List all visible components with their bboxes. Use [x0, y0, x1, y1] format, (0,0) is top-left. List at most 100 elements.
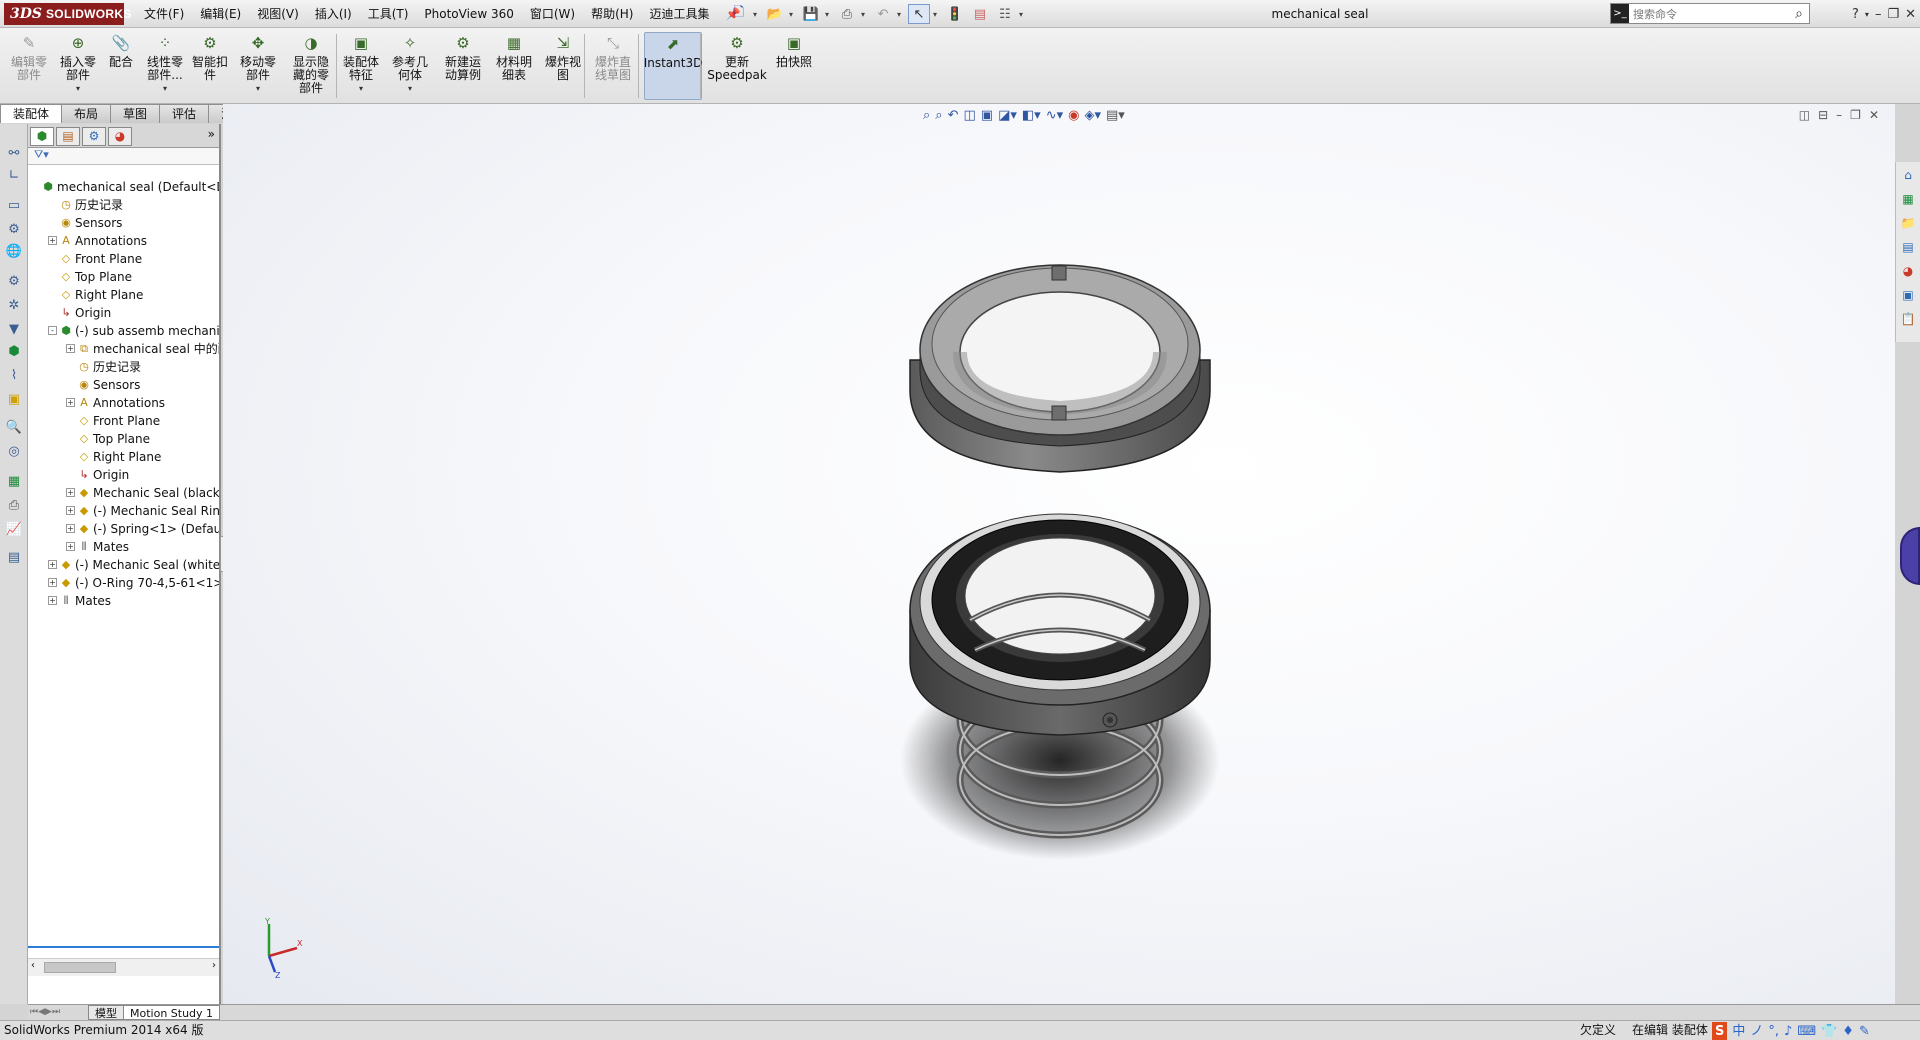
edit-appearance-icon[interactable]: ◉	[1068, 108, 1079, 123]
collapse-icon[interactable]: -	[48, 326, 57, 335]
zoom-icon[interactable]: 🔍	[5, 420, 23, 436]
tree-node[interactable]: ◷ 历史记录	[28, 196, 219, 214]
tree-node[interactable]: + ⧉ mechanical seal 中的配	[28, 340, 219, 358]
gear-icon[interactable]: ✲	[5, 298, 23, 314]
menu-item[interactable]: 插入(I)	[307, 0, 360, 28]
tree-node[interactable]: + ◆ (-) O-Ring 70-4,5-61<1> (	[28, 574, 219, 592]
chevron-down-icon[interactable]: ▾	[861, 10, 869, 19]
file-properties-icon[interactable]: ▤	[969, 4, 991, 24]
tree-node[interactable]: + ◆ Mechanic Seal (black)<	[28, 484, 219, 502]
voice-icon[interactable]: ♪	[1784, 1022, 1792, 1040]
dynamic-annotation-icon[interactable]: ▣	[981, 108, 993, 123]
configuration-tab-icon[interactable]: ⚙	[82, 127, 106, 146]
solidworks-resources-icon[interactable]: ⌂	[1899, 166, 1917, 184]
tree-node[interactable]: ↳ Origin	[28, 304, 219, 322]
settings-icon[interactable]: ✎	[1859, 1022, 1870, 1040]
command-tab[interactable]: 评估	[159, 104, 210, 123]
solidworks-logo[interactable]: 3DS SOLIDWORKS	[4, 3, 131, 25]
filter-icon[interactable]: ⛛▾	[34, 148, 49, 161]
ribbon-button[interactable]: ✥ 移动零 部件 ▾	[236, 32, 280, 100]
expand-icon[interactable]: +	[66, 542, 75, 551]
close-icon[interactable]: ✕	[1905, 7, 1916, 22]
menu-item[interactable]: 窗口(W)	[522, 0, 583, 28]
apply-scene-icon[interactable]: ◈▾	[1084, 108, 1101, 123]
rebuild-icon[interactable]: 🚦	[944, 4, 966, 24]
tree-node[interactable]: + ⫴ Mates	[28, 538, 219, 556]
expand-icon[interactable]: +	[66, 524, 75, 533]
tab-motion-study[interactable]: Motion Study 1	[123, 1005, 221, 1020]
chart-icon[interactable]: 📈	[5, 522, 23, 538]
ribbon-button[interactable]: ⊕ 插入零 部件 ▾	[56, 32, 100, 100]
open-folder-icon[interactable]: 📂	[764, 4, 786, 24]
task-pane-flyout-handle[interactable]	[1900, 527, 1920, 585]
printer-icon[interactable]: ⎙	[5, 498, 23, 514]
symbol-icon[interactable]: °,	[1768, 1022, 1779, 1040]
design-library-icon[interactable]: ▦	[1899, 190, 1917, 208]
keyboard-icon[interactable]: ⌨	[1797, 1022, 1816, 1040]
chevron-down-icon[interactable]: ▾	[256, 82, 260, 95]
tree-node[interactable]: ◇ Right Plane	[28, 448, 219, 466]
tree-node[interactable]: ◇ Front Plane	[28, 250, 219, 268]
tree-node[interactable]: + A Annotations	[28, 394, 219, 412]
tree-node[interactable]: ◉ Sensors	[28, 214, 219, 232]
file-explorer-icon[interactable]: 📁	[1899, 214, 1917, 232]
tree-node[interactable]: ↳ Origin	[28, 466, 219, 484]
expand-icon[interactable]: +	[48, 236, 57, 245]
binoculars-icon[interactable]: ◎	[5, 444, 23, 460]
menu-item[interactable]: 迈迪工具集	[641, 0, 717, 28]
ribbon-button[interactable]: ⚙ 更新 Speedpak	[707, 32, 767, 100]
chevron-down-icon[interactable]: ▾	[1865, 10, 1869, 19]
skin-icon[interactable]: 👕	[1821, 1022, 1837, 1040]
panel-horizontal-scrollbar[interactable]: ‹ ›	[28, 958, 219, 976]
ribbon-button[interactable]: ✧ 参考几 何体 ▾	[388, 32, 432, 100]
spring-icon[interactable]: ⌇	[5, 368, 23, 384]
menu-item[interactable]: PhotoView 360	[416, 0, 521, 28]
mechanical-seal-model[interactable]	[880, 240, 1240, 880]
search-commands[interactable]: >_ 搜索命令 ⌕	[1610, 3, 1810, 24]
expand-icon[interactable]: +	[48, 560, 57, 569]
menu-item[interactable]: 帮助(H)	[583, 0, 641, 28]
tree-node[interactable]: ◇ Top Plane	[28, 268, 219, 286]
search-icon[interactable]: ⌕	[1795, 6, 1803, 22]
tree-node[interactable]: ◇ Top Plane	[28, 430, 219, 448]
feature-tree-tab-icon[interactable]: ⬢	[30, 127, 54, 146]
tree-node[interactable]: ⬢ mechanical seal (Default<Dis	[28, 178, 219, 196]
ribbon-button[interactable]: ⚙ 智能扣 件	[190, 32, 230, 100]
globe-icon[interactable]: 🌐	[5, 244, 23, 260]
chevron-down-icon[interactable]: ▾	[163, 82, 167, 95]
excel-icon[interactable]: ▦	[5, 474, 23, 490]
tree-node[interactable]: + A Annotations	[28, 232, 219, 250]
expand-icon[interactable]: +	[48, 578, 57, 587]
tab-scroll-icons[interactable]: ⏮◀▶⏭	[28, 1005, 88, 1020]
command-tab[interactable]: 布局	[61, 104, 112, 123]
chevron-down-icon[interactable]: ▾	[825, 10, 833, 19]
scroll-left-icon[interactable]: ‹	[31, 960, 35, 971]
shield-icon[interactable]: ⬢	[5, 344, 23, 360]
tools-icon[interactable]: ♦	[1842, 1022, 1854, 1040]
tree-node[interactable]: ◉ Sensors	[28, 376, 219, 394]
display-manager-tab-icon[interactable]: ◕	[108, 127, 132, 146]
undo-icon[interactable]: ↶	[872, 4, 894, 24]
zoom-to-fit-icon[interactable]: ⌕	[923, 108, 930, 123]
previous-view-icon[interactable]: ↶	[948, 108, 959, 123]
print-icon[interactable]: ⎙	[836, 4, 858, 24]
options-icon[interactable]: ☷	[994, 4, 1016, 24]
expand-icon[interactable]: +	[66, 506, 75, 515]
chevron-down-icon[interactable]: ▾	[1019, 10, 1027, 19]
view-orientation-icon[interactable]: ◪▾	[998, 108, 1017, 123]
chevron-down-icon[interactable]: ▾	[408, 82, 412, 95]
tree-node[interactable]: - ⬢ (-) sub assemb mechanic	[28, 322, 219, 340]
select-pointer-icon[interactable]: ↖	[908, 4, 930, 24]
settings-icon[interactable]: ⚙	[5, 274, 23, 290]
chevron-down-icon[interactable]: ▾	[897, 10, 905, 19]
custom-properties-icon[interactable]: ▣	[1899, 286, 1917, 304]
menu-item[interactable]: 工具(T)	[360, 0, 417, 28]
view-palette-icon[interactable]: ▤	[1899, 238, 1917, 256]
expand-panel-icon[interactable]: »	[208, 127, 215, 141]
menu-item[interactable]: 编辑(E)	[192, 0, 249, 28]
ribbon-button[interactable]: ◑ 显示隐 藏的零 部件	[288, 32, 334, 100]
dimension-icon[interactable]: ∟	[5, 168, 23, 184]
measure-icon[interactable]: ⚯	[5, 146, 23, 162]
funnel-icon[interactable]: ▼	[5, 322, 23, 338]
tree-node[interactable]: ◇ Right Plane	[28, 286, 219, 304]
